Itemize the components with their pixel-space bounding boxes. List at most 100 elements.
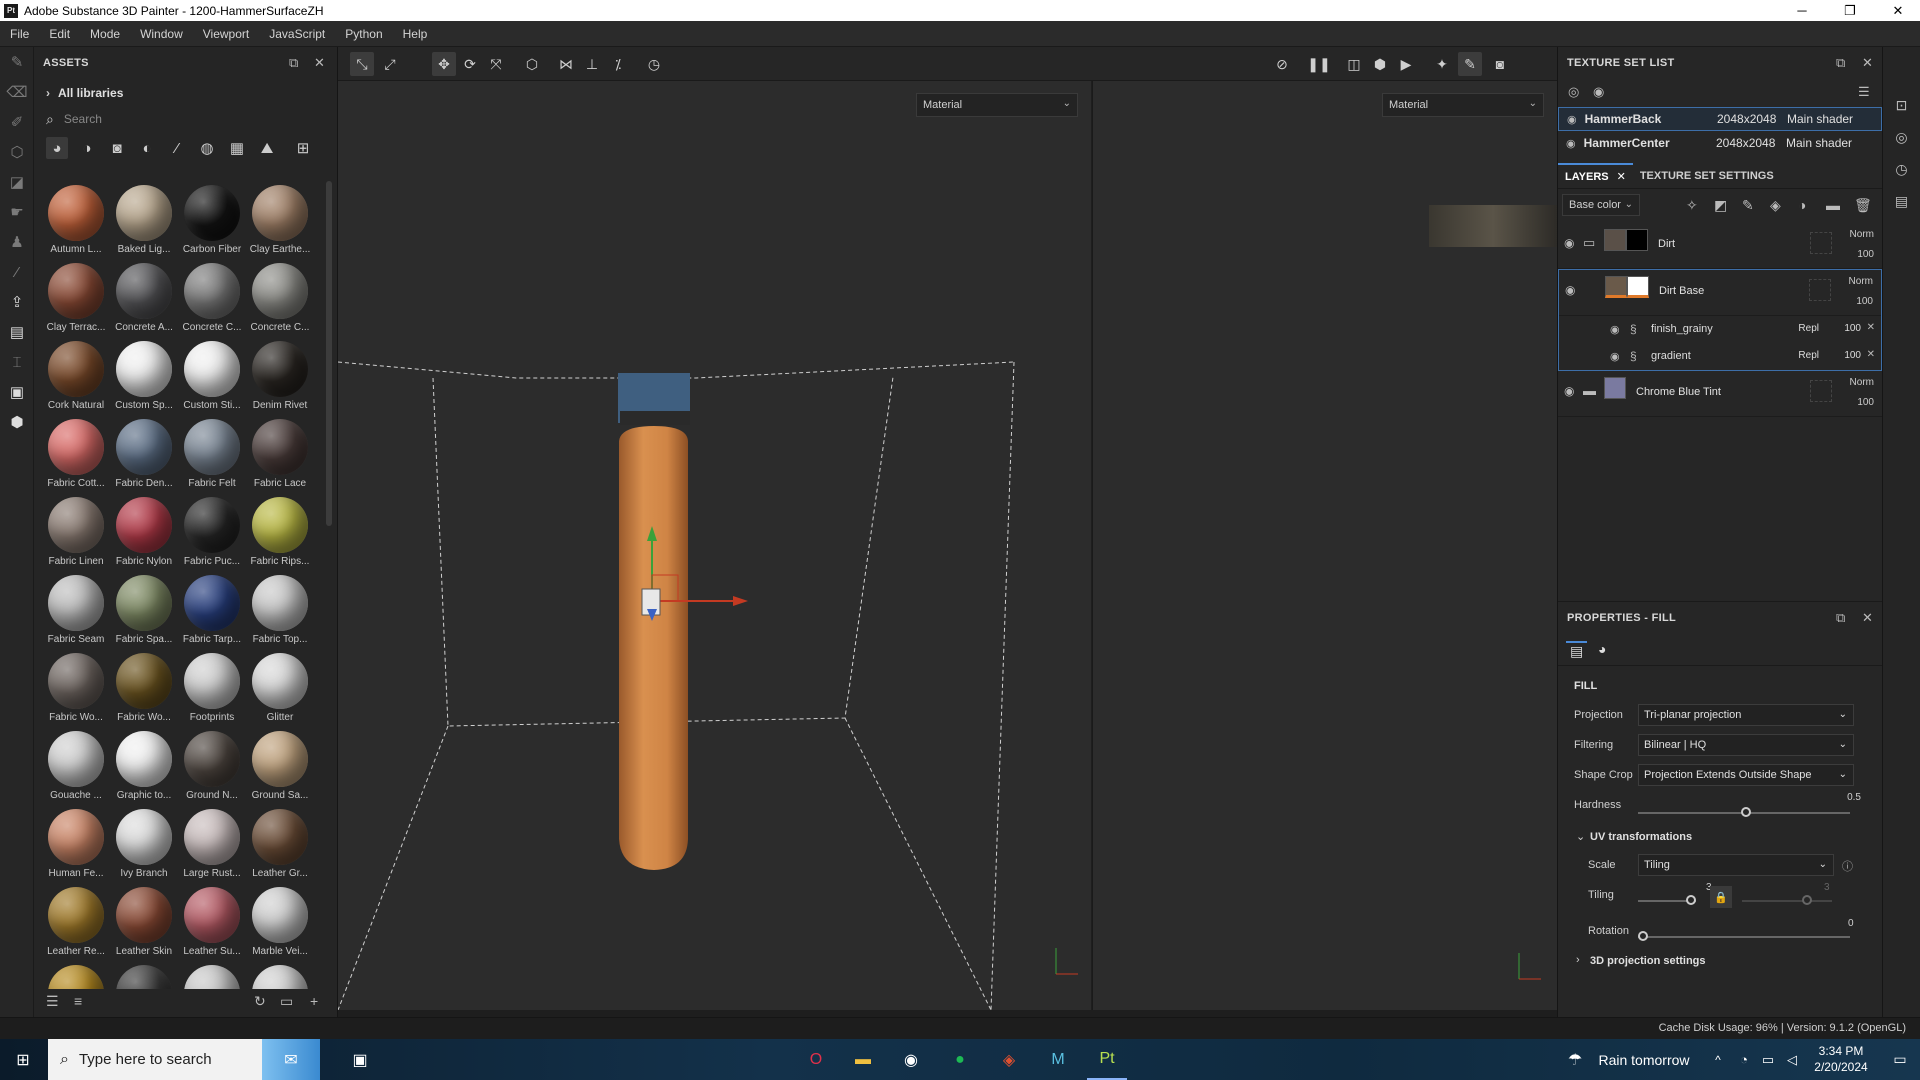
paint-brush-icon[interactable]: ✎ bbox=[0, 47, 34, 77]
textures-filter-icon[interactable]: ▦ bbox=[226, 137, 248, 159]
undock-icon[interactable]: ⧉ bbox=[1836, 610, 1846, 626]
rotation-slider[interactable] bbox=[1638, 936, 1850, 938]
hide-all-icon[interactable]: ◎ bbox=[1568, 84, 1579, 100]
material-tile[interactable]: Custom Sp... bbox=[110, 337, 178, 415]
material-tile[interactable]: Clay Earthe... bbox=[246, 181, 314, 259]
material-tile[interactable]: Large Rust... bbox=[178, 805, 246, 883]
grid-view-icon[interactable]: ⊞ bbox=[292, 137, 314, 159]
weather-text[interactable]: Rain tomorrow bbox=[1594, 1039, 1694, 1080]
uv-transform-icon[interactable]: ⤢ bbox=[378, 52, 402, 76]
material-tile[interactable]: Marble Vei... bbox=[246, 883, 314, 961]
split-view-icon[interactable]: ◫ bbox=[1342, 52, 1366, 76]
layer-row[interactable]: ◉ ▭ Dirt Norm 100 bbox=[1558, 223, 1882, 269]
menu-file[interactable]: File bbox=[0, 27, 39, 41]
opacity-value[interactable]: 100 bbox=[1856, 296, 1873, 307]
environments-filter-icon[interactable]: ⛰ bbox=[256, 137, 278, 159]
windows-start-icon[interactable]: ⊞ bbox=[0, 1039, 46, 1080]
material-tile[interactable]: Footprints bbox=[178, 649, 246, 727]
viewport-3d[interactable]: Material ⌄ bbox=[338, 81, 1091, 1010]
filtering-dropdown[interactable]: Bilinear | HQ ⌄ bbox=[1638, 734, 1854, 756]
remove-effect-icon[interactable]: ✕ bbox=[1867, 322, 1875, 333]
opacity-value[interactable]: 100 bbox=[1857, 397, 1874, 408]
shader-icon[interactable]: ◎ bbox=[1883, 121, 1920, 153]
rotate-icon[interactable]: ⟳ bbox=[458, 52, 482, 76]
brushes-filter-icon[interactable]: ⁄ bbox=[166, 137, 188, 159]
scale-dropdown[interactable]: Tiling ⌄ bbox=[1638, 854, 1834, 876]
export-icon[interactable]: ⇪ bbox=[0, 287, 34, 317]
add-fill-layer-icon[interactable]: ◈ bbox=[1770, 197, 1781, 214]
material-tile[interactable]: Fabric Den... bbox=[110, 415, 178, 493]
smart-masks-filter-icon[interactable]: ◐ bbox=[136, 137, 158, 159]
painter-icon[interactable]: Pt bbox=[1087, 1039, 1127, 1080]
show-all-icon[interactable]: ◉ bbox=[1593, 84, 1604, 100]
clock[interactable]: 3:34 PM 2/20/2024 bbox=[1806, 1043, 1876, 1075]
eye-icon[interactable]: ◉ bbox=[1565, 283, 1575, 297]
viewport-2d[interactable]: Material ⌄ bbox=[1092, 81, 1557, 1010]
info-icon[interactable]: ⓘ bbox=[1842, 858, 1853, 874]
display-icon[interactable]: ⊡ bbox=[1883, 89, 1920, 121]
3d-view-icon[interactable]: ⬢ bbox=[1368, 52, 1392, 76]
transform-icon[interactable]: ⤡ bbox=[350, 52, 374, 76]
add-icon[interactable]: + bbox=[310, 993, 318, 1009]
material-tile[interactable]: Fabric Wo... bbox=[110, 649, 178, 727]
mask-icon[interactable]: ◩ bbox=[1714, 197, 1727, 214]
material-tile[interactable]: Concrete C... bbox=[246, 259, 314, 337]
materials-filter-icon[interactable]: ◕ bbox=[46, 137, 68, 159]
material-tile[interactable]: Fabric Lace bbox=[246, 415, 314, 493]
material-tile[interactable]: Fabric Wo... bbox=[42, 649, 110, 727]
material-tile[interactable]: Fabric Top... bbox=[246, 571, 314, 649]
material-tile[interactable]: Carbon Fiber bbox=[178, 181, 246, 259]
menu-help[interactable]: Help bbox=[393, 27, 438, 41]
material-tile[interactable]: Concrete A... bbox=[110, 259, 178, 337]
opera-icon[interactable]: O bbox=[796, 1039, 836, 1080]
steam-icon[interactable]: ◉ bbox=[891, 1039, 931, 1080]
smart-materials-filter-icon[interactable]: ◑ bbox=[76, 137, 98, 159]
effect-row[interactable]: ◉ § finish_grainy Repl 100 ✕ bbox=[1559, 316, 1881, 343]
material-tile[interactable]: Leather Re... bbox=[42, 883, 110, 961]
shape-crop-dropdown[interactable]: Projection Extends Outside Shape ⌄ bbox=[1638, 764, 1854, 786]
tab-texture-set-settings[interactable]: TEXTURE SET SETTINGS bbox=[1633, 163, 1781, 189]
camera-icon[interactable]: ▶ bbox=[1394, 52, 1418, 76]
material-tile[interactable]: Glitter bbox=[246, 649, 314, 727]
fill-tab-icon[interactable]: ▤ bbox=[1566, 641, 1588, 660]
spotify-icon[interactable]: ● bbox=[940, 1039, 980, 1080]
history-icon[interactable]: ◷ bbox=[1883, 153, 1920, 185]
assets-scrollbar[interactable] bbox=[326, 181, 332, 526]
material-tab-icon[interactable]: ◕ bbox=[1598, 641, 1606, 657]
add-paint-layer-icon[interactable]: ✎ bbox=[1742, 197, 1754, 214]
menu-window[interactable]: Window bbox=[130, 27, 193, 41]
scale-icon[interactable]: ⤧ bbox=[484, 52, 508, 76]
clone-icon[interactable]: ♟ bbox=[0, 227, 34, 257]
history-icon[interactable]: ◷ bbox=[642, 52, 666, 76]
polygon-fill-icon[interactable]: ◪ bbox=[0, 167, 34, 197]
menu-viewport[interactable]: Viewport bbox=[193, 27, 259, 41]
effects-icon[interactable]: ✧ bbox=[1686, 197, 1698, 214]
notification-icon[interactable]: ▭ bbox=[1880, 1039, 1920, 1080]
smudge-icon[interactable]: ☛ bbox=[0, 197, 34, 227]
uv-transform-row[interactable]: ⌄ UV transformations bbox=[1558, 824, 1883, 850]
tiling-knob[interactable] bbox=[1686, 895, 1696, 905]
material-tile[interactable]: Fabric Nylon bbox=[110, 493, 178, 571]
tray-app-icon[interactable]: ◔ bbox=[1732, 1039, 1756, 1080]
layer-row[interactable]: ◉ Dirt Base Norm 100 bbox=[1559, 270, 1881, 316]
bake-icon[interactable]: ⌶ bbox=[0, 347, 34, 377]
hardness-knob[interactable] bbox=[1741, 807, 1751, 817]
tab-layers[interactable]: LAYERS ✕ bbox=[1558, 162, 1633, 189]
object-icon[interactable]: ⬡ bbox=[520, 52, 544, 76]
minimize-icon[interactable]: ─ bbox=[1782, 0, 1822, 21]
log-icon[interactable]: ▤ bbox=[1883, 185, 1920, 217]
assets-search[interactable]: ⌕ Search bbox=[34, 107, 337, 131]
effect-blend[interactable]: Repl bbox=[1798, 350, 1819, 361]
eye-icon[interactable]: ◉ bbox=[1566, 137, 1576, 150]
material-tile[interactable]: Fabric Seam bbox=[42, 571, 110, 649]
texture-set-row[interactable]: ◉ HammerBack 2048x2048 Main shader bbox=[1558, 107, 1882, 131]
display-settings-icon[interactable]: ▣ bbox=[0, 377, 34, 407]
menu-python[interactable]: Python bbox=[335, 27, 392, 41]
restore-icon[interactable]: ❐ bbox=[1830, 0, 1870, 21]
pause-icon[interactable]: ❚❚ bbox=[1307, 52, 1331, 76]
material-tile[interactable]: Autumn L... bbox=[42, 181, 110, 259]
effect-row[interactable]: ◉ § gradient Repl 100 ✕ bbox=[1559, 343, 1881, 370]
material-tile[interactable]: Ground N... bbox=[178, 727, 246, 805]
masks-filter-icon[interactable]: ◙ bbox=[106, 137, 128, 159]
projection-dropdown[interactable]: Tri-planar projection ⌄ bbox=[1638, 704, 1854, 726]
